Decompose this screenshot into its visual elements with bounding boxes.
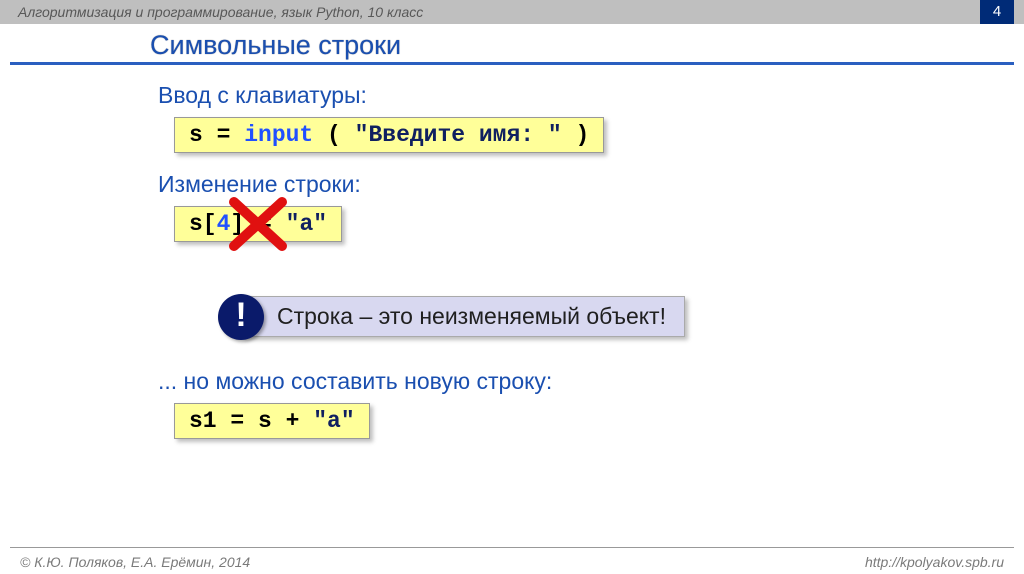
code-string: "Введите имя: " (355, 122, 562, 148)
code-modify: s[4] = "а" (174, 206, 342, 242)
footer-divider (10, 547, 1014, 548)
header-strip: Алгоритмизация и программирование, язык … (0, 0, 1024, 24)
page-number: 4 (980, 0, 1014, 24)
note-callout: Строка – это неизменяемый объект! ! (218, 294, 954, 342)
code-index: 4 (217, 211, 231, 237)
note-box: Строка – это неизменяемый объект! (242, 296, 685, 337)
slide-title: Символьные строки (150, 30, 401, 61)
code-concat: s1 = s + "а" (174, 403, 370, 439)
code-text: ( (313, 122, 354, 148)
code-string: "а" (286, 211, 327, 237)
code-text: ] = (230, 211, 285, 237)
section-heading-modify: Изменение строки: (158, 171, 954, 198)
code-input: s = input ( "Введите имя: " ) (174, 117, 604, 153)
course-title: Алгоритмизация и программирование, язык … (18, 4, 423, 20)
code-function: input (244, 122, 313, 148)
exclamation-icon: ! (218, 294, 264, 340)
code-text: s1 = s + (189, 408, 313, 434)
footer: © К.Ю. Поляков, Е.А. Ерёмин, 2014 http:/… (0, 550, 1024, 574)
note-text: Строка – это неизменяемый объект! (277, 303, 666, 329)
copyright-text: © К.Ю. Поляков, Е.А. Ерёмин, 2014 (20, 554, 250, 570)
code-text: ) (562, 122, 590, 148)
slide: Алгоритмизация и программирование, язык … (0, 0, 1024, 574)
section-heading-input: Ввод с клавиатуры: (158, 82, 954, 109)
footer-url: http://kpolyakov.spb.ru (865, 554, 1004, 570)
title-underline (10, 62, 1014, 65)
section-heading-newstring: ... но можно составить новую строку: (158, 368, 954, 395)
content-area: Ввод с клавиатуры: s = input ( "Введите … (158, 78, 954, 453)
code-text: s = (189, 122, 244, 148)
code-modify-wrap: s[4] = "а" (174, 206, 342, 256)
code-string: "а" (313, 408, 354, 434)
code-text: s[ (189, 211, 217, 237)
